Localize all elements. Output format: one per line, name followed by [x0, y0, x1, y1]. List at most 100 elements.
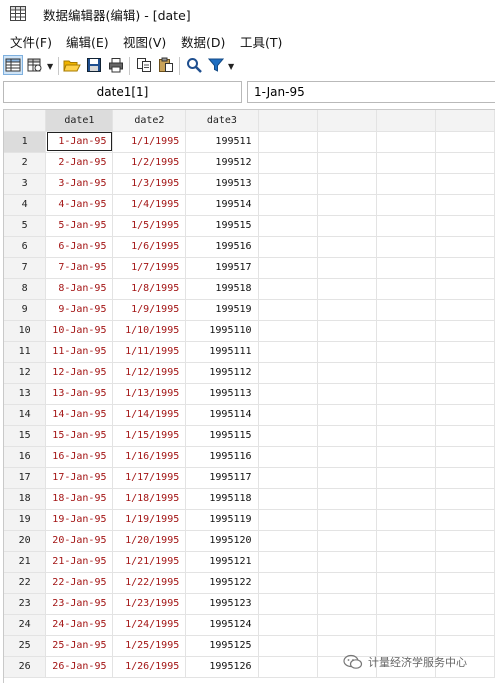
table-row[interactable]: 11 11-Jan-95 1/11/1995 1995111 — [4, 341, 495, 363]
table-row[interactable]: 8 8-Jan-95 1/8/1995 199518 — [4, 278, 495, 300]
cell-empty[interactable] — [435, 551, 495, 573]
cell-empty[interactable] — [435, 257, 495, 279]
cell-date1[interactable]: 7-Jan-95 — [45, 257, 114, 279]
cell-date2[interactable]: 1/14/1995 — [112, 404, 187, 426]
cell-date1[interactable]: 2-Jan-95 — [45, 152, 114, 174]
cell-empty[interactable] — [258, 593, 318, 615]
cell-empty[interactable] — [376, 152, 436, 174]
cell-empty[interactable] — [376, 173, 436, 195]
cell-empty[interactable] — [258, 467, 318, 489]
cell-empty[interactable] — [435, 404, 495, 426]
cell-empty[interactable] — [376, 362, 436, 384]
cell-date2[interactable]: 1/17/1995 — [112, 467, 187, 489]
table-row[interactable]: 4 4-Jan-95 1/4/1995 199514 — [4, 194, 495, 216]
cell-empty[interactable] — [376, 614, 436, 636]
table-row[interactable]: 3 3-Jan-95 1/3/1995 199513 — [4, 173, 495, 195]
cell-empty[interactable] — [317, 467, 377, 489]
table-row[interactable]: 7 7-Jan-95 1/7/1995 199517 — [4, 257, 495, 279]
cell-date2[interactable]: 1/6/1995 — [112, 236, 187, 258]
cell-date1[interactable]: 5-Jan-95 — [45, 215, 114, 237]
table-row[interactable]: 16 16-Jan-95 1/16/1995 1995116 — [4, 446, 495, 468]
cell-date1[interactable]: 3-Jan-95 — [45, 173, 114, 195]
menu-tools[interactable]: 工具(T) — [240, 32, 282, 51]
cell-date1[interactable]: 9-Jan-95 — [45, 299, 114, 321]
table-row[interactable]: 22 22-Jan-95 1/22/1995 1995122 — [4, 572, 495, 594]
cell-date1[interactable]: 10-Jan-95 — [45, 320, 114, 342]
cell-date3[interactable]: 1995116 — [185, 446, 259, 468]
cell-empty[interactable] — [258, 173, 318, 195]
cell-date3[interactable]: 1995110 — [185, 320, 259, 342]
cell-empty[interactable] — [435, 530, 495, 552]
cell-empty[interactable] — [317, 614, 377, 636]
cell-empty[interactable] — [258, 425, 318, 447]
row-number[interactable]: 18 — [4, 488, 47, 510]
cell-date3[interactable]: 1995120 — [185, 530, 259, 552]
column-header-date1[interactable]: date1 — [45, 110, 114, 132]
cell-empty[interactable] — [376, 572, 436, 594]
cell-date2[interactable]: 1/11/1995 — [112, 341, 187, 363]
chevron-down-icon[interactable]: ▼ — [47, 63, 54, 71]
row-number[interactable]: 24 — [4, 614, 47, 636]
cell-empty[interactable] — [435, 488, 495, 510]
cell-date3[interactable]: 1995114 — [185, 404, 259, 426]
menu-data[interactable]: 数据(D) — [181, 32, 225, 51]
cell-empty[interactable] — [376, 257, 436, 279]
cell-date1[interactable]: 11-Jan-95 — [45, 341, 114, 363]
cell-empty[interactable] — [258, 215, 318, 237]
cell-empty[interactable] — [258, 656, 318, 678]
cell-date1[interactable]: 26-Jan-95 — [45, 656, 114, 678]
row-number[interactable]: 12 — [4, 362, 47, 384]
cell-empty[interactable] — [376, 488, 436, 510]
cell-empty[interactable] — [258, 509, 318, 531]
cell-date3[interactable]: 1995113 — [185, 383, 259, 405]
table-row[interactable]: 2 2-Jan-95 1/2/1995 199512 — [4, 152, 495, 174]
row-number[interactable]: 5 — [4, 215, 47, 237]
cell-empty[interactable] — [317, 572, 377, 594]
cell-date2[interactable]: 1/22/1995 — [112, 572, 187, 594]
table-row[interactable]: 5 5-Jan-95 1/5/1995 199515 — [4, 215, 495, 237]
cell-date3[interactable]: 1995111 — [185, 341, 259, 363]
cell-empty[interactable] — [435, 215, 495, 237]
cell-empty[interactable] — [435, 467, 495, 489]
table-row[interactable]: 18 18-Jan-95 1/18/1995 1995118 — [4, 488, 495, 510]
cell-empty[interactable] — [376, 467, 436, 489]
cell-date2[interactable]: 1/15/1995 — [112, 425, 187, 447]
table-row[interactable]: 10 10-Jan-95 1/10/1995 1995110 — [4, 320, 495, 342]
cell-empty[interactable] — [435, 614, 495, 636]
cell-date3[interactable]: 1995119 — [185, 509, 259, 531]
cell-empty[interactable] — [258, 341, 318, 363]
browse-mode-button[interactable] — [25, 55, 45, 75]
cell-date2[interactable]: 1/19/1995 — [112, 509, 187, 531]
cell-date2[interactable]: 1/18/1995 — [112, 488, 187, 510]
cell-empty[interactable] — [435, 131, 495, 153]
cell-empty[interactable] — [317, 383, 377, 405]
cell-empty[interactable] — [258, 530, 318, 552]
cell-date2[interactable]: 1/5/1995 — [112, 215, 187, 237]
table-row[interactable]: 20 20-Jan-95 1/20/1995 1995120 — [4, 530, 495, 552]
column-header-date3[interactable]: date3 — [185, 110, 259, 132]
cell-empty[interactable] — [317, 299, 377, 321]
row-number[interactable]: 16 — [4, 446, 47, 468]
cell-date2[interactable]: 1/21/1995 — [112, 551, 187, 573]
table-row[interactable]: 15 15-Jan-95 1/15/1995 1995115 — [4, 425, 495, 447]
cell-date3[interactable]: 199518 — [185, 278, 259, 300]
cell-empty[interactable] — [258, 278, 318, 300]
table-row[interactable]: 21 21-Jan-95 1/21/1995 1995121 — [4, 551, 495, 573]
cell-date3[interactable]: 199515 — [185, 215, 259, 237]
column-header-empty[interactable] — [435, 110, 495, 132]
row-number[interactable]: 25 — [4, 635, 47, 657]
cell-date1[interactable]: 6-Jan-95 — [45, 236, 114, 258]
column-header-empty[interactable] — [258, 110, 318, 132]
cell-date2[interactable]: 1/1/1995 — [112, 131, 187, 153]
row-number[interactable]: 22 — [4, 572, 47, 594]
table-row[interactable]: 9 9-Jan-95 1/9/1995 199519 — [4, 299, 495, 321]
row-number[interactable]: 6 — [4, 236, 47, 258]
cell-date2[interactable]: 1/24/1995 — [112, 614, 187, 636]
cell-date3[interactable]: 199513 — [185, 173, 259, 195]
cell-empty[interactable] — [376, 509, 436, 531]
cell-empty[interactable] — [258, 551, 318, 573]
cell-empty[interactable] — [258, 320, 318, 342]
cell-empty[interactable] — [376, 194, 436, 216]
table-row[interactable]: 24 24-Jan-95 1/24/1995 1995124 — [4, 614, 495, 636]
cell-date2[interactable]: 1/8/1995 — [112, 278, 187, 300]
